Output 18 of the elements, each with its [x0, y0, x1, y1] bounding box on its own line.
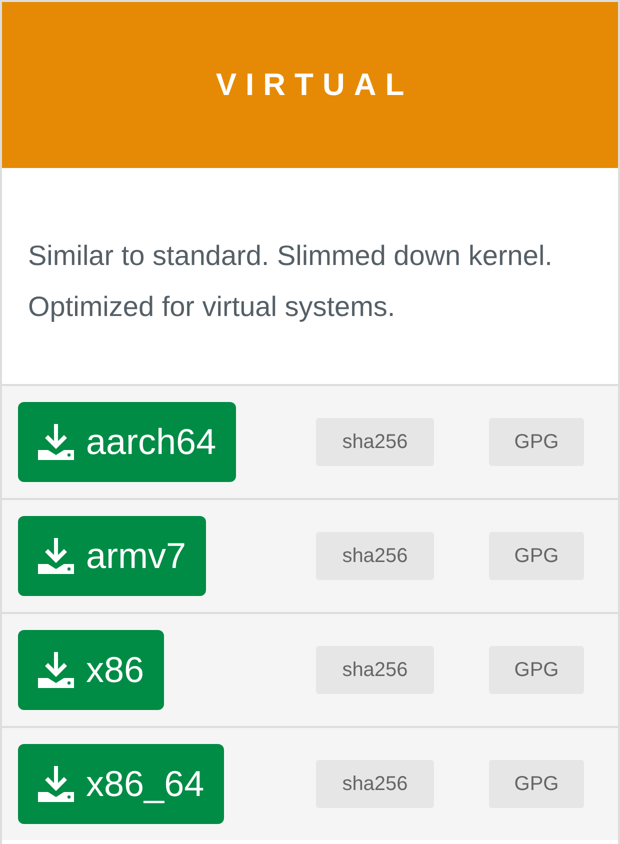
- download-icon: [36, 536, 76, 576]
- download-button[interactable]: armv7: [18, 516, 206, 596]
- download-button[interactable]: x86_64: [18, 744, 224, 824]
- description-text: Similar to standard. Slimmed down kernel. Optimized for virtual systems.: [28, 239, 554, 324]
- download-icon: [36, 422, 76, 462]
- checksum-button[interactable]: sha256: [316, 532, 434, 580]
- download-button[interactable]: x86: [18, 630, 164, 710]
- checksum-button[interactable]: sha256: [316, 418, 434, 466]
- signature-button[interactable]: GPG: [489, 532, 584, 580]
- card-title: VIRTUAL: [216, 67, 414, 103]
- download-icon: [36, 764, 76, 804]
- signature-button[interactable]: GPG: [489, 760, 584, 808]
- download-icon: [36, 650, 76, 690]
- checksum-button[interactable]: sha256: [316, 760, 434, 808]
- signature-button[interactable]: GPG: [489, 418, 584, 466]
- checksum-button[interactable]: sha256: [316, 646, 434, 694]
- signature-button[interactable]: GPG: [489, 646, 584, 694]
- download-button[interactable]: aarch64: [18, 402, 236, 482]
